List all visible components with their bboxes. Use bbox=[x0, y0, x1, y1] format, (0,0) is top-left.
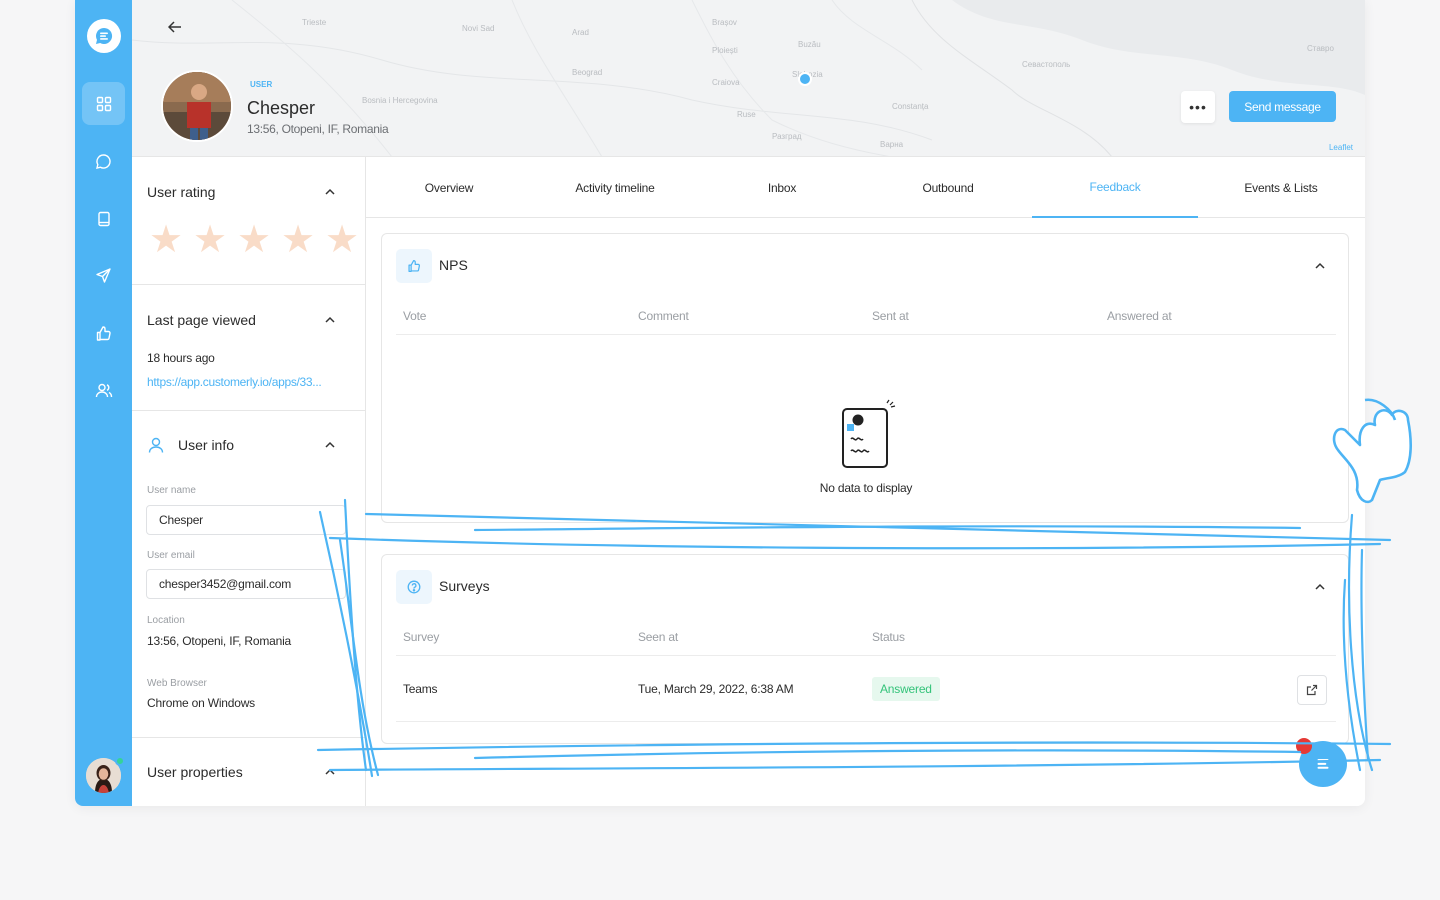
tab-overview[interactable]: Overview bbox=[366, 157, 532, 218]
app-window: Trieste Novi Sad Arad Brașov Buzău Ploie… bbox=[75, 0, 1365, 806]
last-page-title: Last page viewed bbox=[147, 312, 256, 328]
book-icon[interactable] bbox=[82, 197, 125, 240]
chevron-up-icon[interactable] bbox=[1314, 262, 1326, 270]
notification-badge bbox=[1296, 738, 1312, 754]
divider bbox=[132, 737, 366, 738]
chevron-up-icon[interactable] bbox=[324, 441, 336, 449]
column-header: Comment bbox=[638, 309, 689, 323]
nps-card: NPS Vote Comment Sent at Answered at No … bbox=[381, 233, 1349, 523]
star-icon[interactable]: ★ bbox=[325, 221, 359, 259]
surveys-title: Surveys bbox=[439, 578, 490, 594]
location-label: Location bbox=[147, 615, 185, 626]
dashboard-icon[interactable] bbox=[82, 82, 125, 125]
divider bbox=[396, 721, 1336, 722]
profile-header: Trieste Novi Sad Arad Brașov Buzău Ploie… bbox=[132, 0, 1365, 157]
profile-sidebar: User rating ★ ★ ★ ★ ★ Last page viewed 1… bbox=[132, 157, 366, 806]
column-header: Answered at bbox=[1107, 309, 1172, 323]
column-header: Status bbox=[872, 630, 905, 644]
empty-state-text: No data to display bbox=[819, 481, 913, 495]
more-options-button[interactable]: ••• bbox=[1181, 91, 1215, 123]
divider bbox=[396, 334, 1336, 335]
tab-inbox[interactable]: Inbox bbox=[699, 157, 865, 218]
user-type-tag: USER bbox=[250, 80, 273, 89]
send-icon[interactable] bbox=[82, 254, 125, 297]
chat-icon[interactable] bbox=[82, 140, 125, 183]
user-icon bbox=[148, 437, 164, 453]
map-location-pin[interactable] bbox=[798, 72, 812, 86]
web-browser-label: Web Browser bbox=[147, 678, 207, 689]
survey-name: Teams bbox=[403, 682, 438, 696]
column-header: Seen at bbox=[638, 630, 678, 644]
status-badge: Answered bbox=[872, 677, 940, 701]
back-arrow-icon[interactable] bbox=[167, 20, 182, 38]
profile-name: Chesper bbox=[247, 98, 316, 118]
empty-state-icon bbox=[842, 399, 896, 468]
main-panel: Overview Activity timeline Inbox Outboun… bbox=[366, 157, 1365, 806]
column-header: Survey bbox=[403, 630, 440, 644]
divider bbox=[132, 410, 366, 411]
chevron-up-icon[interactable] bbox=[1314, 583, 1326, 591]
user-properties-title: User properties bbox=[147, 764, 243, 780]
tab-bar: Overview Activity timeline Inbox Outboun… bbox=[366, 157, 1365, 218]
user-name-label: User name bbox=[147, 485, 196, 496]
web-browser-value: Chrome on Windows bbox=[147, 696, 255, 710]
tab-outbound[interactable]: Outbound bbox=[865, 157, 1031, 218]
divider bbox=[132, 284, 366, 285]
open-external-button[interactable] bbox=[1297, 675, 1327, 705]
user-info-title: User info bbox=[178, 437, 235, 453]
thumbs-up-icon bbox=[396, 249, 432, 283]
tab-events-lists[interactable]: Events & Lists bbox=[1198, 157, 1364, 218]
star-icon[interactable]: ★ bbox=[193, 221, 227, 259]
chevron-up-icon[interactable] bbox=[324, 188, 336, 196]
chevron-up-icon[interactable] bbox=[324, 316, 336, 324]
column-header: Vote bbox=[403, 309, 427, 323]
column-header: Sent at bbox=[872, 309, 909, 323]
chevron-up-icon[interactable] bbox=[324, 768, 336, 776]
user-name-field[interactable]: Chesper bbox=[146, 505, 346, 535]
thumbs-up-icon[interactable] bbox=[82, 312, 125, 355]
users-icon[interactable] bbox=[82, 369, 125, 412]
user-rating-title: User rating bbox=[147, 184, 216, 200]
logo-icon[interactable] bbox=[87, 19, 121, 53]
survey-seen-at: Tue, March 29, 2022, 6:38 AM bbox=[638, 682, 794, 696]
nps-title: NPS bbox=[439, 257, 468, 273]
divider bbox=[396, 655, 1336, 656]
last-page-url-link[interactable]: https://app.customerly.io/apps/33... bbox=[147, 375, 322, 389]
user-email-field[interactable]: chesper3452@gmail.com bbox=[146, 569, 346, 599]
external-link-icon bbox=[1306, 684, 1318, 696]
profile-location: 13:56, Otopeni, IF, Romania bbox=[247, 122, 389, 136]
tab-feedback[interactable]: Feedback bbox=[1032, 157, 1198, 218]
star-icon[interactable]: ★ bbox=[237, 221, 271, 259]
star-icon[interactable]: ★ bbox=[281, 221, 315, 259]
last-page-time: 18 hours ago bbox=[147, 351, 215, 365]
star-rating[interactable]: ★ ★ ★ ★ ★ bbox=[149, 221, 359, 259]
nav-rail bbox=[75, 0, 132, 806]
star-icon[interactable]: ★ bbox=[149, 221, 183, 259]
send-message-button[interactable]: Send message bbox=[1229, 91, 1336, 122]
profile-avatar bbox=[161, 70, 233, 142]
question-circle-icon bbox=[396, 570, 432, 604]
location-value: 13:56, Otopeni, IF, Romania bbox=[147, 634, 292, 648]
online-status-dot bbox=[115, 756, 125, 766]
map-attribution-link[interactable]: Leaflet bbox=[1329, 143, 1353, 152]
user-email-label: User email bbox=[147, 550, 195, 561]
surveys-card: Surveys Survey Seen at Status Teams Tue,… bbox=[381, 554, 1349, 744]
tab-activity-timeline[interactable]: Activity timeline bbox=[532, 157, 698, 218]
